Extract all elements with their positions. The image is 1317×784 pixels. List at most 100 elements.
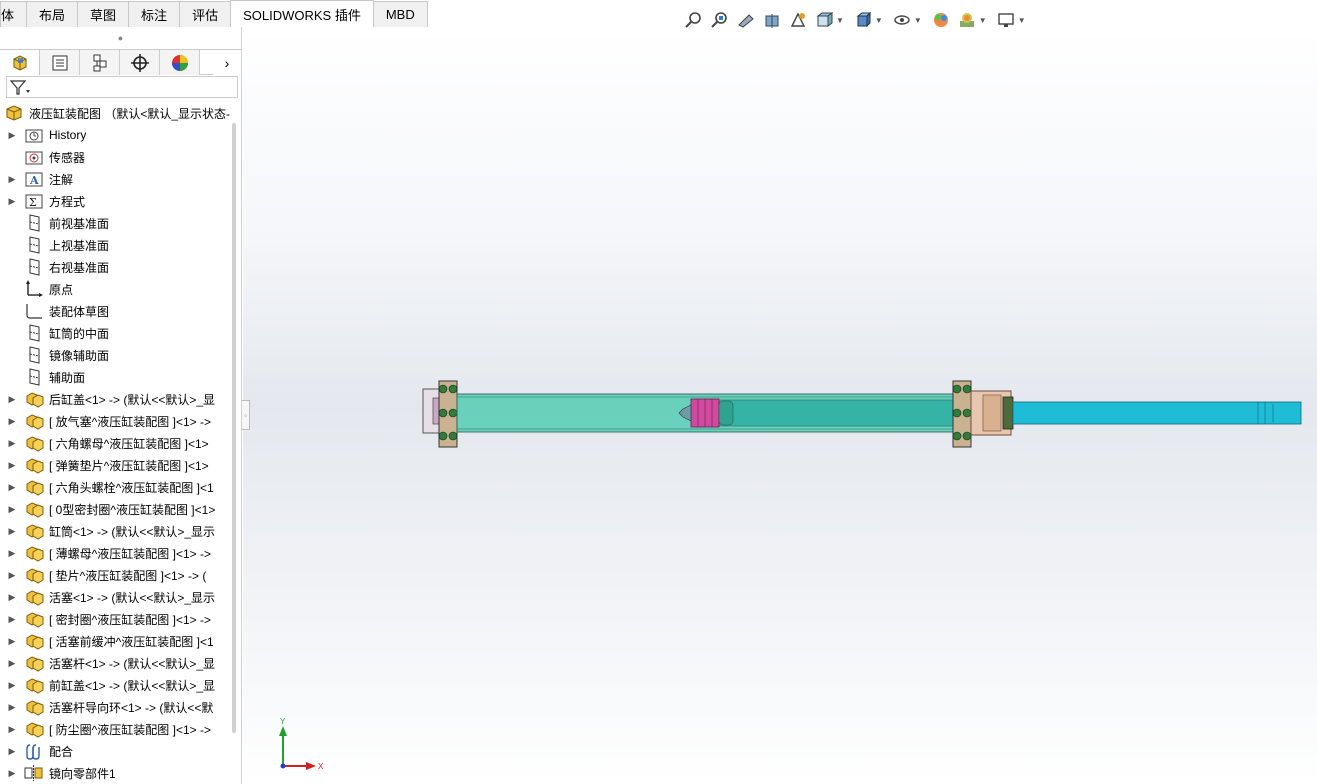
graphics-area[interactable]	[243, 27, 1317, 784]
expand-arrow-icon[interactable]: ▶	[0, 592, 24, 603]
display-style-icon[interactable]	[852, 9, 874, 31]
tree-item[interactable]: ▶ [ 密封圈^液压缸装配图 ]<1> ->	[0, 608, 232, 630]
tree-item[interactable]: ▶ 配合	[0, 740, 232, 762]
tree-root-assembly[interactable]: 液压缸装配图 （默认<默认_显示状态-	[0, 102, 232, 124]
chevron-down-icon[interactable]: ▼	[1018, 16, 1026, 25]
tree-item[interactable]: 缸筒的中面	[0, 322, 232, 344]
view-settings-icon[interactable]	[995, 9, 1017, 31]
tree-item[interactable]: 装配体草图	[0, 300, 232, 322]
apply-scene-icon[interactable]	[956, 9, 978, 31]
expand-arrow-icon[interactable]: ▶	[0, 746, 24, 757]
expand-arrow-icon[interactable]: ▶	[0, 570, 24, 581]
expand-arrow-icon[interactable]: ▶	[0, 174, 24, 185]
configuration-manager-tab[interactable]	[80, 50, 120, 75]
tree-item[interactable]: ▶ [ 防尘圈^液压缸装配图 ]<1> ->	[0, 718, 232, 740]
tree-item[interactable]: ▶ 后缸盖<1> -> (默认<<默认>_显	[0, 388, 232, 410]
tree-item-label: 活塞<1> -> (默认<<默认>_显示	[49, 590, 216, 605]
tree-item[interactable]: 上视基准面	[0, 234, 232, 256]
expand-arrow-icon[interactable]: ▶	[0, 526, 24, 537]
expand-arrow-icon[interactable]: ▶	[0, 680, 24, 691]
tab-markup[interactable]: 标注	[128, 1, 181, 27]
tree-item[interactable]: ▶ 前缸盖<1> -> (默认<<默认>_显	[0, 674, 232, 696]
feature-tree: 液压缸装配图 （默认<默认_显示状态- ▶ History 传感器 ▶ A 注解 ▶ Σ 方程式…	[0, 102, 232, 784]
expand-arrow-icon[interactable]: ▶	[0, 614, 24, 625]
tree-item[interactable]: 原点	[0, 278, 232, 300]
expand-arrow-icon[interactable]: ▶	[0, 548, 24, 559]
tree-item[interactable]: ▶ 活塞杆导向环<1> -> (默认<<默	[0, 696, 232, 718]
view-orientation-icon[interactable]	[813, 9, 835, 31]
tree-item[interactable]: ▶ 活塞杆<1> -> (默认<<默认>_显	[0, 652, 232, 674]
tree-item-label: 液压缸装配图 （默认<默认_显示状态-	[29, 106, 231, 121]
expand-arrow-icon[interactable]: ▶	[0, 636, 24, 647]
tree-item-label: 传感器	[49, 150, 86, 165]
mirror-component-icon	[24, 764, 44, 782]
command-manager-tabs: 体 布局 草图 标注 评估 SOLIDWORKS 插件 MBD	[0, 0, 1317, 27]
tab-solidworks-addins[interactable]: SOLIDWORKS 插件	[230, 0, 374, 27]
edit-appearance-icon[interactable]	[930, 9, 952, 31]
part-icon	[24, 698, 44, 716]
tree-item[interactable]: 前视基准面	[0, 212, 232, 234]
tree-item-label: 装配体草图	[49, 304, 110, 319]
tree-item[interactable]: ▶ 镜向零部件1	[0, 762, 232, 784]
expand-arrow-icon[interactable]: ▶	[0, 130, 24, 141]
property-manager-tab[interactable]	[40, 50, 80, 75]
tree-item[interactable]: ▶ 缸筒<1> -> (默认<<默认>_显示	[0, 520, 232, 542]
tree-item[interactable]: ▶ [ 0型密封圈^液压缸装配图 ]<1>	[0, 498, 232, 520]
tree-item[interactable]: ▶ A 注解	[0, 168, 232, 190]
section-view-icon[interactable]	[761, 9, 783, 31]
filter-input[interactable]	[6, 76, 238, 98]
zoom-to-area-icon[interactable]	[709, 9, 731, 31]
expand-arrow-icon[interactable]: ▶	[0, 504, 24, 515]
tree-item[interactable]: ▶ [ 薄螺母^液压缸装配图 ]<1> ->	[0, 542, 232, 564]
display-manager-tab[interactable]	[160, 50, 200, 75]
tree-item[interactable]: ▶ [ 活塞前缓冲^液压缸装配图 ]<1	[0, 630, 232, 652]
tree-item-label: [ 薄螺母^液压缸装配图 ]<1> ->	[49, 546, 211, 561]
feature-manager-tab[interactable]	[0, 50, 40, 75]
dynamic-annotation-icon[interactable]	[787, 9, 809, 31]
chevron-down-icon[interactable]: ▼	[875, 16, 883, 25]
expand-arrow-icon[interactable]: ▶	[0, 416, 24, 427]
tree-item[interactable]: ▶ [ 垫片^液压缸装配图 ]<1> -> (	[0, 564, 232, 586]
dimxpert-manager-tab[interactable]	[120, 50, 160, 75]
tree-item[interactable]: ▶ [ 六角头螺栓^液压缸装配图 ]<1	[0, 476, 232, 498]
tree-item[interactable]: 镜像辅助面	[0, 344, 232, 366]
expand-arrow-icon[interactable]: ▶	[0, 768, 24, 779]
expand-arrow-icon[interactable]: ▶	[0, 482, 24, 493]
tree-item[interactable]: 右视基准面	[0, 256, 232, 278]
tab-mbd[interactable]: MBD	[372, 1, 428, 27]
tree-item[interactable]: ▶ Σ 方程式	[0, 190, 232, 212]
tree-item[interactable]: ▶ [ 六角螺母^液压缸装配图 ]<1>	[0, 432, 232, 454]
tab-sketch[interactable]: 草图	[77, 1, 130, 27]
tree-item[interactable]: 辅助面	[0, 366, 232, 388]
origin-icon	[24, 280, 44, 298]
previous-view-icon[interactable]	[735, 9, 757, 31]
tab-layout[interactable]: 布局	[26, 1, 79, 27]
chevron-down-icon[interactable]: ▼	[979, 16, 987, 25]
tab-evaluate[interactable]: 评估	[179, 1, 232, 27]
tree-scrollbar[interactable]	[232, 123, 236, 733]
tree-item[interactable]: ▶ History	[0, 124, 232, 146]
zoom-to-fit-icon[interactable]	[683, 9, 705, 31]
part-icon	[24, 566, 44, 584]
more-tabs-button[interactable]: ›	[213, 50, 241, 75]
tree-item[interactable]: ▶ [ 放气塞^液压缸装配图 ]<1> ->	[0, 410, 232, 432]
expand-arrow-icon[interactable]: ▶	[0, 438, 24, 449]
expand-arrow-icon[interactable]: ▶	[0, 460, 24, 471]
assembly-icon	[4, 104, 24, 122]
chevron-down-icon[interactable]: ▼	[836, 16, 844, 25]
expand-arrow-icon[interactable]: ▶	[0, 724, 24, 735]
tree-item[interactable]: ▶ [ 弹簧垫片^液压缸装配图 ]<1>	[0, 454, 232, 476]
assembly-model[interactable]	[243, 27, 1317, 784]
expand-arrow-icon[interactable]: ▶	[0, 702, 24, 713]
tree-item[interactable]: 传感器	[0, 146, 232, 168]
filter-bar	[0, 75, 241, 99]
hide-show-icon[interactable]	[891, 9, 913, 31]
expand-arrow-icon[interactable]: ▶	[0, 196, 24, 207]
chevron-down-icon[interactable]: ▼	[914, 16, 922, 25]
tree-item[interactable]: ▶ 活塞<1> -> (默认<<默认>_显示	[0, 586, 232, 608]
expand-arrow-icon[interactable]: ▶	[0, 394, 24, 405]
panel-grip[interactable]: ●	[0, 27, 241, 49]
tab-body[interactable]: 体	[0, 1, 28, 27]
panel-collapse-handle[interactable]: ◦	[242, 400, 250, 430]
expand-arrow-icon[interactable]: ▶	[0, 658, 24, 669]
